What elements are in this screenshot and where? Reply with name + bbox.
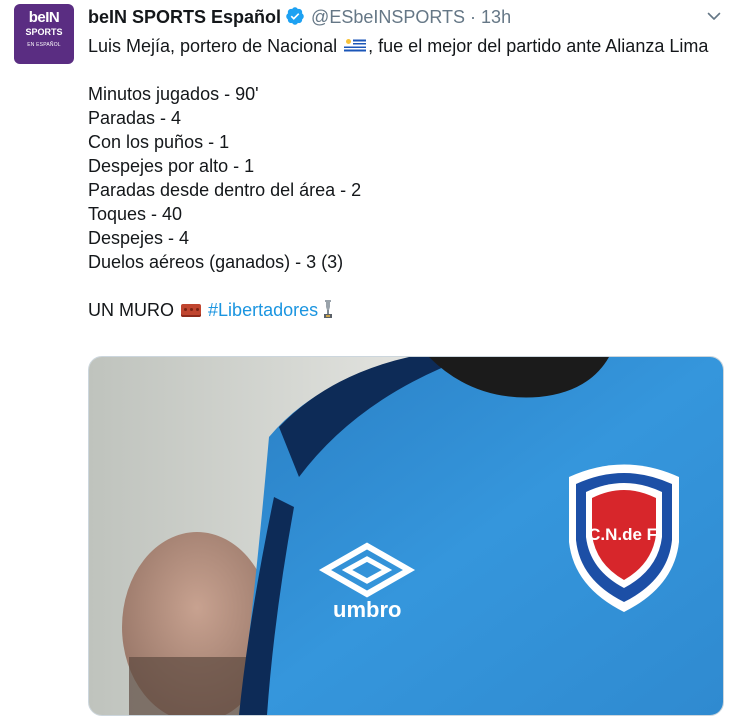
tweet-header: beIN SPORTS Español @ESbeINSPORTS · 13h — [88, 6, 684, 30]
goalkeeper-photo: umbro C.N.de F. — [89, 357, 723, 715]
tweet-lead: Luis Mejía, portero de Nacional , fue el… — [88, 34, 728, 58]
tweet-text: Luis Mejía, portero de Nacional , fue el… — [88, 34, 728, 325]
avatar-logo-subtext: SPORTS — [25, 27, 63, 37]
trophy-icon — [322, 299, 334, 325]
separator-dot: · — [470, 7, 477, 27]
lead-text-2: , fue el mejor del partido ante Alianza … — [368, 36, 709, 56]
stat-line: Paradas desde dentro del área - 2 — [88, 180, 362, 200]
stat-line: Minutos jugados - 90' — [88, 84, 259, 104]
handle[interactable]: @ESbeINSPORTS — [311, 7, 465, 27]
display-name[interactable]: beIN SPORTS Español — [88, 7, 281, 27]
stat-line: Toques - 40 — [88, 204, 183, 224]
jersey-brand-text: umbro — [333, 597, 401, 622]
avatar-logo-text: beIN — [28, 9, 60, 26]
stat-line: Con los puños - 1 — [88, 132, 230, 152]
closing-text: UN MURO — [88, 300, 174, 320]
tweet-photo[interactable]: umbro C.N.de F. — [88, 356, 724, 716]
avatar[interactable]: beIN SPORTS EN ESPAÑOL — [14, 4, 74, 64]
lead-text-1: Luis Mejía, portero de Nacional — [88, 36, 338, 56]
timestamp[interactable]: 13h — [481, 7, 511, 27]
closing-line: UN MURO #Libertadores — [88, 298, 728, 325]
avatar-logo-caption: EN ESPAÑOL — [27, 42, 61, 48]
stat-line: Despejes por alto - 1 — [88, 156, 255, 176]
verified-badge-icon — [285, 6, 305, 31]
brick-icon — [181, 304, 202, 317]
chevron-down-icon[interactable] — [706, 8, 722, 24]
crest-text: C.N.de F. — [588, 525, 660, 544]
stat-line: Despejes - 4 — [88, 228, 190, 248]
stat-line: Duelos aéreos (ganados) - 3 (3) — [88, 252, 344, 272]
stat-line: Paradas - 4 — [88, 108, 182, 128]
uruguay-flag-icon — [344, 38, 367, 53]
hashtag-link[interactable]: #Libertadores — [208, 300, 318, 320]
tweet: beIN SPORTS EN ESPAÑOL beIN SPORTS Españ… — [0, 0, 744, 727]
